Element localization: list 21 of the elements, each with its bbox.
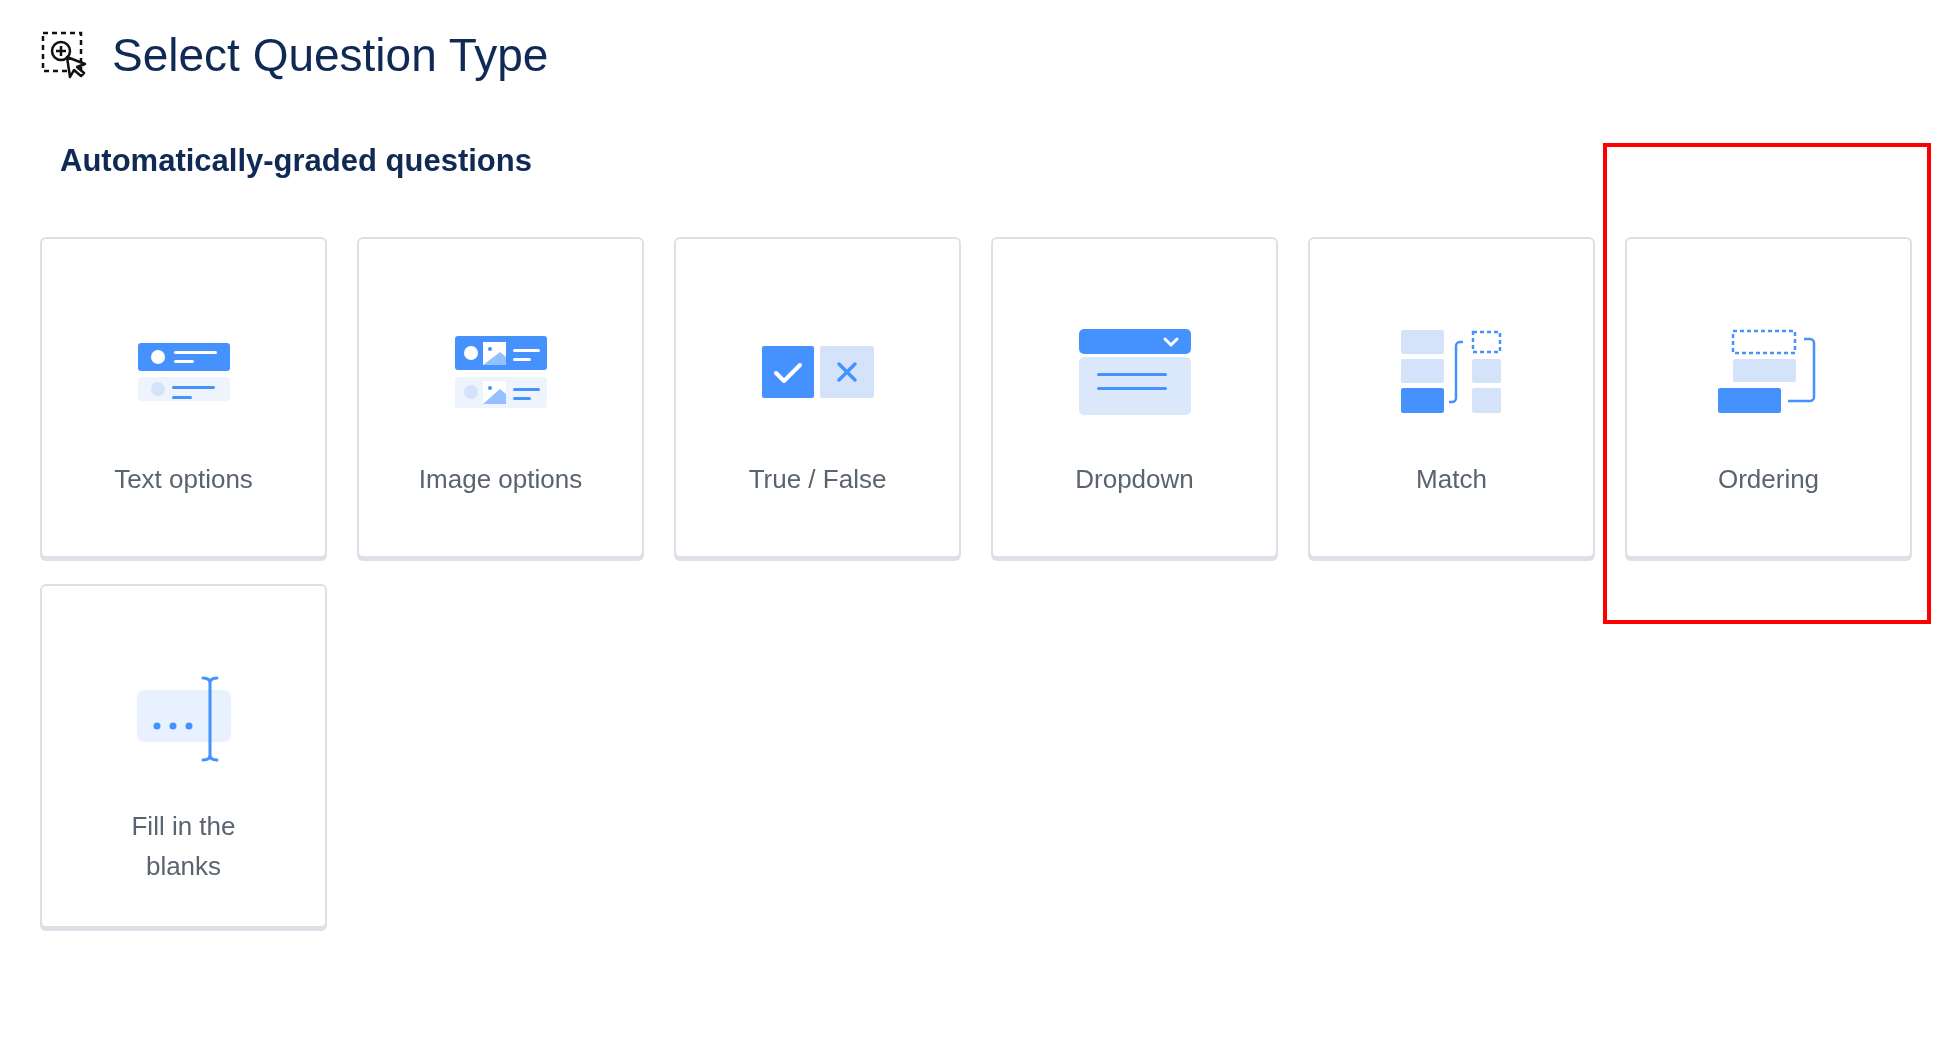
- check-and-cross-icon: [761, 345, 874, 398]
- card-label: Fill in the blanks: [130, 809, 237, 883]
- card-label: Text options: [114, 462, 253, 496]
- card-label: Image options: [418, 462, 583, 496]
- question-type-card[interactable]: Match: [1308, 236, 1595, 558]
- section-heading: Automatically-graded questions: [60, 142, 533, 180]
- card-label: Dropdown: [1075, 462, 1194, 496]
- dropdown-icon: [1078, 328, 1191, 415]
- card-label: True / False: [748, 462, 887, 496]
- question-type-card[interactable]: Ordering: [1625, 236, 1912, 558]
- question-type-card[interactable]: True / False: [674, 236, 961, 558]
- image-options-icon: [454, 335, 547, 408]
- question-type-card[interactable]: Image options: [357, 236, 644, 558]
- text-cursor-field-icon: [136, 675, 231, 762]
- list-options-icon: [137, 342, 230, 401]
- question-type-card[interactable]: Fill in the blanks: [40, 583, 327, 928]
- matching-columns-icon: [1400, 329, 1503, 414]
- question-type-card[interactable]: Text options: [40, 236, 327, 558]
- card-label: Ordering: [1717, 462, 1820, 496]
- question-type-card[interactable]: Dropdown: [991, 236, 1278, 558]
- card-label: Match: [1416, 462, 1487, 496]
